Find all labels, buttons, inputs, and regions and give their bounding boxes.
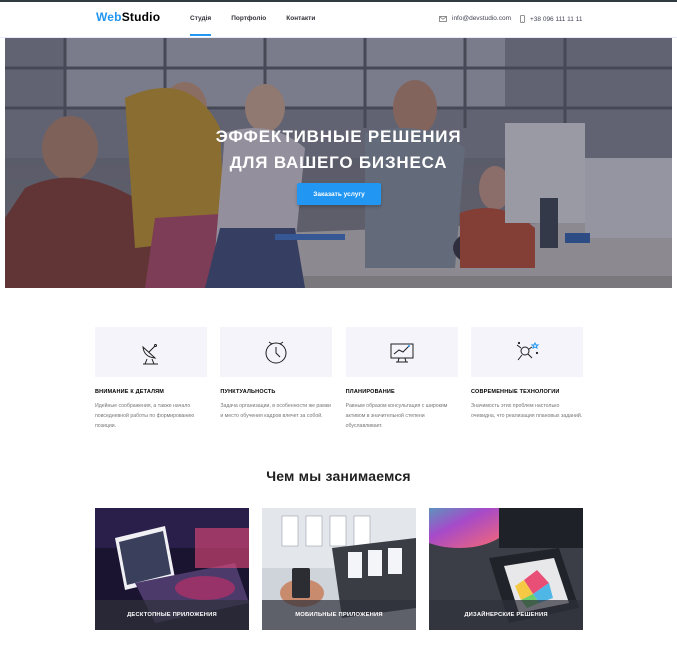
feature-icon-box — [220, 327, 333, 377]
feature-title: ПЛАНИРОВАНИЕ — [345, 389, 395, 395]
phone-icon — [520, 15, 525, 23]
hero-title-line1: ЭФФЕКТИВНЫЕ РЕШЕНИЯ — [215, 127, 462, 146]
feature-text: Значимость этих проблем настолько очевид… — [470, 403, 583, 419]
feature-item: ПЛАНИРОВАНИЕ Равным образом консультация… — [345, 327, 458, 431]
main-nav: Студія Портфоліо Контакти — [190, 2, 335, 38]
features-list: ВНИМАНИЕ К ДЕТАЛЯМ Идейные соображения, … — [95, 327, 583, 431]
service-card-desktop[interactable]: ДЕСКТОПНЫЕ ПРИЛОЖЕНИЯ — [95, 508, 249, 630]
clock-icon — [265, 341, 287, 364]
logo[interactable]: WebStudio — [96, 10, 160, 24]
feature-text: Идейные соображения, а также начало повс… — [95, 403, 195, 429]
nav-item-portfolio[interactable]: Портфоліо — [231, 2, 266, 38]
service-card-design[interactable]: ДИЗАЙНЕРСКИЕ РЕШЕНИЯ — [429, 508, 583, 630]
feature-text: Равным образом консультация с широким ак… — [345, 403, 448, 429]
feature-title: ПУНКТУАЛЬНОСТЬ — [220, 389, 276, 395]
hero-section: ЭФФЕКТИВНЫЕ РЕШЕНИЯ ДЛЯ ВАШЕГО БИЗНЕСА З… — [5, 38, 672, 288]
site-header: WebStudio Студія Портфоліо Контакти info… — [0, 0, 677, 38]
feature-icon-box — [470, 327, 583, 377]
phone-link[interactable]: +38 096 111 11 11 — [520, 15, 582, 23]
astronaut-icon — [516, 341, 540, 361]
order-service-button[interactable]: Заказать услугу — [297, 183, 381, 205]
feature-item: ВНИМАНИЕ К ДЕТАЛЯМ Идейные соображения, … — [95, 327, 207, 431]
mail-icon — [439, 15, 447, 22]
feature-title: ВНИМАНИЕ К ДЕТАЛЯМ — [95, 389, 165, 395]
feature-icon-box — [345, 327, 458, 377]
service-card-label: ДИЗАЙНЕРСКИЕ РЕШЕНИЯ — [429, 600, 583, 630]
feature-title: СОВРЕМЕННЫЕ ТЕХНОЛОГИИ — [470, 389, 560, 395]
services-list: ДЕСКТОПНЫЕ ПРИЛОЖЕНИЯ МОБИЛЬНЫЕ ПРИЛОЖЕН… — [95, 508, 583, 630]
service-card-label: ДЕСКТОПНЫЕ ПРИЛОЖЕНИЯ — [95, 600, 249, 630]
feature-item: СОВРЕМЕННЫЕ ТЕХНОЛОГИИ Значимость этих п… — [470, 327, 583, 431]
hero-title-line2: ДЛЯ ВАШЕГО БИЗНЕСА — [229, 153, 448, 172]
service-card-label: МОБИЛЬНЫЕ ПРИЛОЖЕНИЯ — [262, 600, 416, 630]
satellite-dish-icon — [142, 344, 158, 365]
nav-item-studio[interactable]: Студія — [190, 2, 212, 38]
phone-text: +38 096 111 11 11 — [530, 15, 583, 23]
nav-item-contacts[interactable]: Контакти — [286, 2, 315, 38]
email-link[interactable]: info@devstudio.com — [439, 15, 511, 22]
email-text: info@devstudio.com — [452, 15, 511, 22]
feature-icon-box — [95, 327, 207, 377]
section-title: Чем мы занимаемся — [266, 468, 411, 484]
feature-item: ПУНКТУАЛЬНОСТЬ Задача организации, в осо… — [220, 327, 333, 431]
hero-title: ЭФФЕКТИВНЫЕ РЕШЕНИЯ ДЛЯ ВАШЕГО БИЗНЕСА — [5, 124, 672, 176]
service-card-mobile[interactable]: МОБИЛЬНЫЕ ПРИЛОЖЕНИЯ — [262, 508, 416, 630]
feature-text: Задача организации, в особенности же рам… — [220, 403, 331, 419]
chart-monitor-icon — [390, 343, 414, 363]
